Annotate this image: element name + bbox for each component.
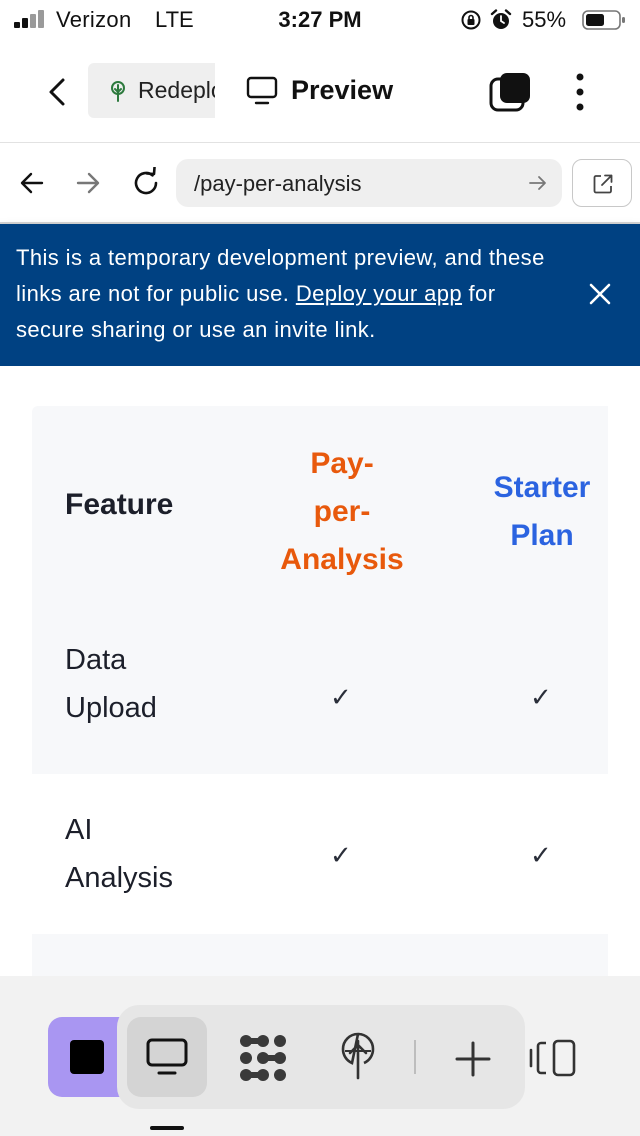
url-bar: /pay-per-analysis xyxy=(0,143,640,223)
comparison-table: Feature Pay- per- Analysis Starter Plan … xyxy=(32,406,608,976)
bottom-dock xyxy=(0,976,640,1136)
open-external-icon xyxy=(593,174,613,194)
check-icon: ✓ xyxy=(530,682,552,712)
preview-title[interactable]: Preview xyxy=(291,75,393,106)
arrow-left-icon[interactable] xyxy=(18,169,46,197)
back-icon[interactable] xyxy=(38,72,78,112)
column-header-starter-plan: Starter Plan xyxy=(467,464,617,560)
banner-message: This is a temporary development preview,… xyxy=(16,240,556,348)
page-content: Feature Pay- per- Analysis Starter Plan … xyxy=(0,366,640,976)
tabs-icon[interactable] xyxy=(488,71,532,113)
url-text: /pay-per-analysis xyxy=(194,171,362,196)
battery-icon xyxy=(582,10,625,30)
column-header-feature: Feature xyxy=(65,488,174,521)
open-external-button[interactable] xyxy=(572,159,632,207)
go-arrow-icon[interactable] xyxy=(528,173,548,193)
preview-monitor-icon xyxy=(146,1038,188,1075)
table-row: AI Analysis ✓ ✓ xyxy=(32,774,608,934)
check-icon: ✓ xyxy=(330,840,352,870)
workspace-grid-icon[interactable] xyxy=(238,1033,288,1083)
table-row xyxy=(32,934,608,976)
check-icon: ✓ xyxy=(530,840,552,870)
reload-icon[interactable] xyxy=(130,167,162,199)
header-line: Analysis xyxy=(280,543,404,576)
orientation-lock-icon xyxy=(461,10,481,30)
column-header-pay-per-analysis: Pay- per- Analysis xyxy=(262,440,422,584)
dev-preview-banner: This is a temporary development preview,… xyxy=(0,224,640,366)
close-icon[interactable] xyxy=(586,280,614,308)
feature-line: Upload xyxy=(65,692,157,724)
header-line: Starter xyxy=(493,471,591,504)
status-bar: Verizon LTE 3:27 PM 55% xyxy=(0,0,640,40)
check-icon: ✓ xyxy=(330,682,352,712)
table-row: Data Upload ✓ ✓ xyxy=(32,624,608,774)
deploy-link[interactable]: Deploy your app xyxy=(296,281,462,306)
battery-percent: 55% xyxy=(522,7,567,32)
feature-name: AI Analysis xyxy=(65,806,173,902)
tab-label: Redeploy xyxy=(138,77,215,103)
add-icon[interactable] xyxy=(454,1040,492,1078)
feature-line: AI xyxy=(65,814,93,846)
header-line: Pay- xyxy=(310,447,374,480)
header-line: Plan xyxy=(510,519,574,552)
deploy-tree-icon xyxy=(110,80,126,102)
layout-toggle-icon[interactable] xyxy=(528,1038,578,1078)
feature-name: Data Upload xyxy=(65,636,157,732)
alarm-icon xyxy=(490,9,512,29)
url-input[interactable]: /pay-per-analysis xyxy=(176,159,562,207)
table-header-row: Feature Pay- per- Analysis Starter Plan xyxy=(32,406,608,624)
dock-separator xyxy=(414,1040,416,1074)
arrow-right-icon[interactable] xyxy=(74,169,102,197)
monitor-icon xyxy=(246,76,278,105)
tab-redeploy[interactable]: Redeploy xyxy=(88,63,215,118)
header-line: per- xyxy=(313,495,371,528)
home-indicator xyxy=(150,1126,184,1130)
more-icon[interactable] xyxy=(566,70,594,114)
feature-line: Data xyxy=(65,644,127,676)
app-toolbar: Redeploy Preview xyxy=(0,50,640,134)
console-icon xyxy=(70,1040,104,1074)
deploy-icon[interactable] xyxy=(338,1031,378,1081)
preview-dock-button[interactable] xyxy=(127,1017,207,1097)
feature-line: Analysis xyxy=(65,862,173,894)
